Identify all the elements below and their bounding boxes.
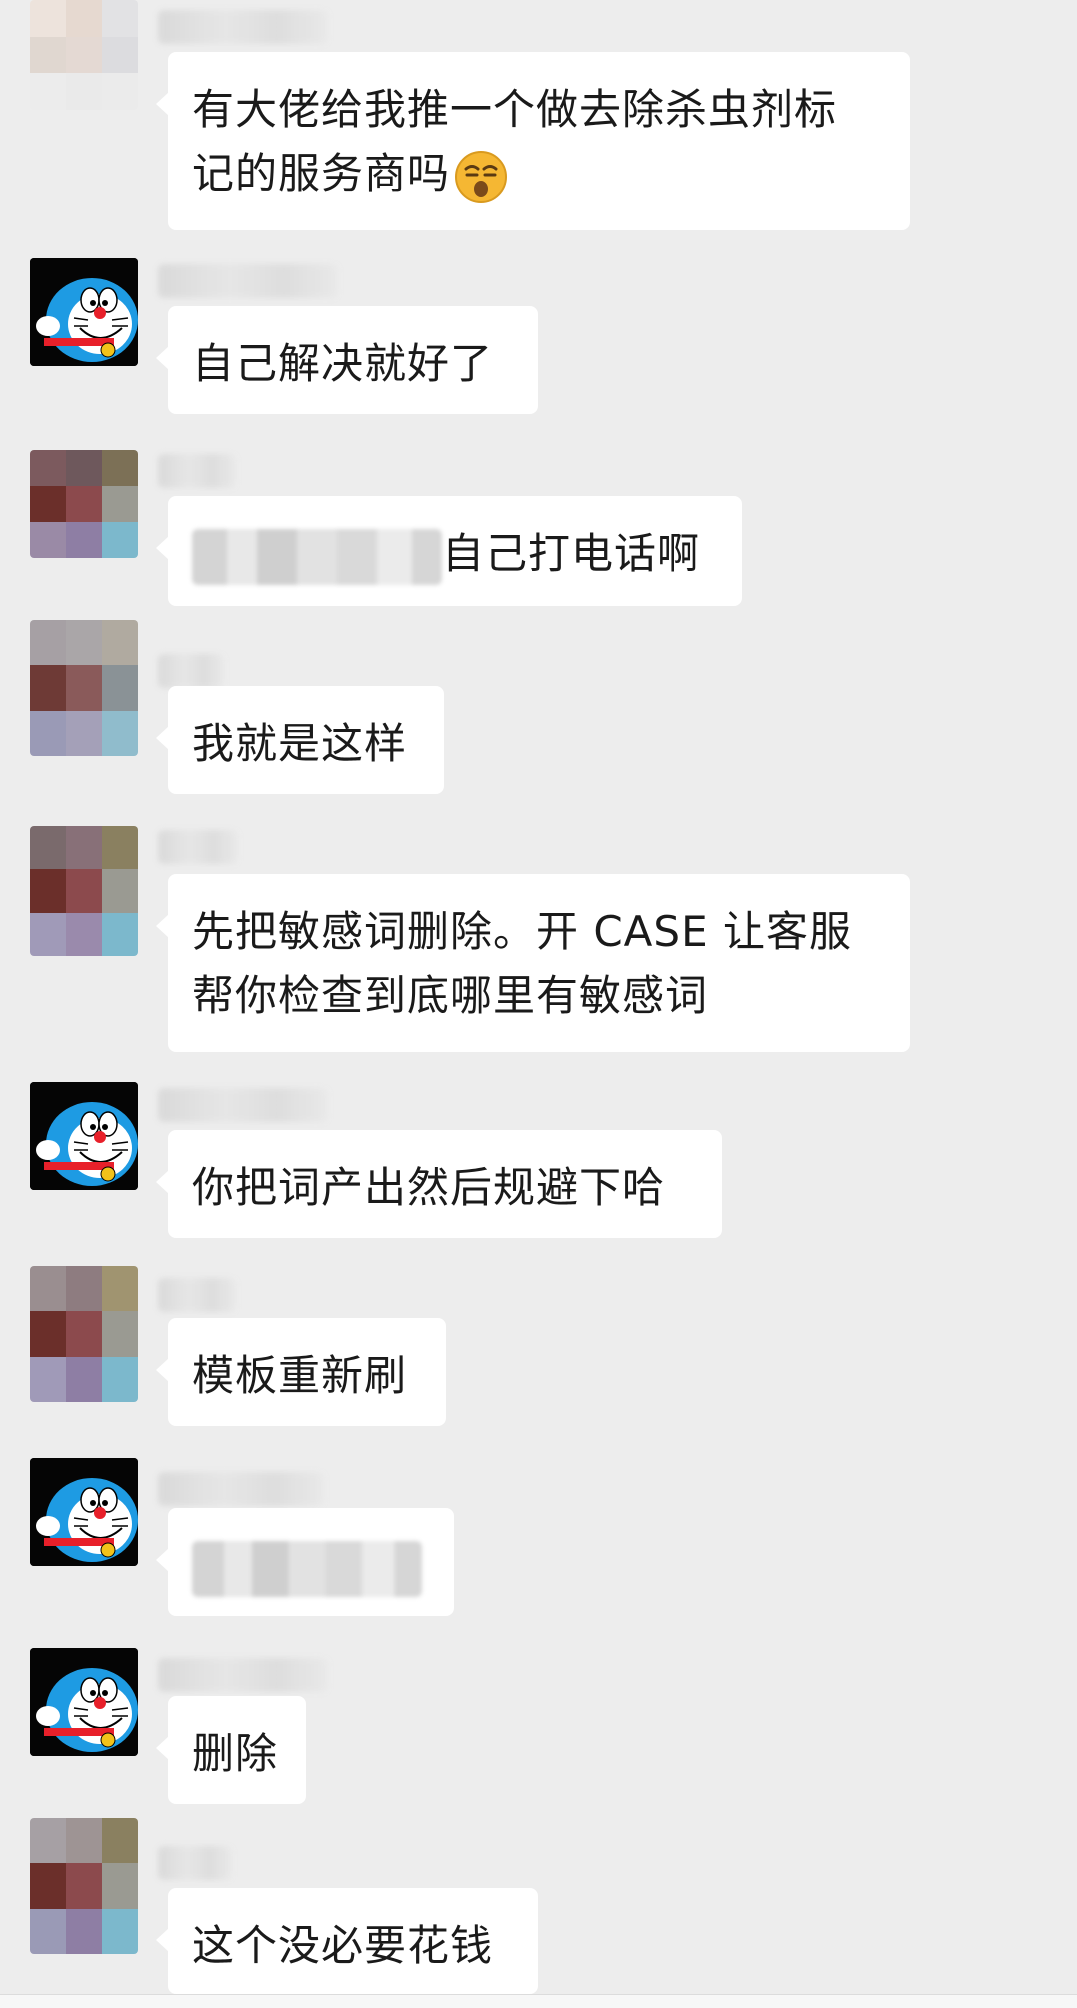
doraemon-avatar[interactable] [30,1082,138,1190]
sender-name-redacted [158,454,236,488]
sender-name-redacted [158,1846,232,1880]
message-text-line: 删除 [192,1729,279,1778]
doraemon-icon [30,258,138,366]
doraemon-icon [30,1648,138,1756]
message-bubble[interactable] [156,1508,454,1616]
sender-name-redacted [158,1658,328,1692]
doraemon-avatar[interactable] [30,258,138,366]
doraemon-avatar[interactable] [30,1458,138,1566]
message-bubble[interactable]: 自己解决就好了 [156,306,538,414]
message-bubble[interactable]: 你把词产出然后规避下哈 [156,1130,722,1238]
chat-message: 模板重新刷 [0,1266,1077,1436]
sender-avatar[interactable] [30,620,138,756]
message-bubble[interactable]: 先把敏感词删除。开 CASE 让客服 帮你检查到底哪里有敏感词 [156,874,910,1052]
doraemon-icon [30,1458,138,1566]
message-text-line: 先把敏感词删除。开 CASE 让客服 [192,907,852,956]
message-text-line: 你把词产出然后规避下哈 [192,1163,666,1212]
sender-name-redacted [158,830,238,864]
sender-avatar[interactable] [30,450,138,558]
doraemon-avatar[interactable] [30,1648,138,1756]
sender-name-redacted [158,264,338,298]
message-bubble[interactable]: 自己打电话啊 [156,496,742,606]
sender-avatar[interactable] [30,1266,138,1402]
message-text-line: 帮你检查到底哪里有敏感词 [192,971,709,1020]
message-text-line: 有大佬给我推一个做去除杀虫剂标 [192,85,838,134]
sender-name-redacted [158,1472,324,1506]
message-text-line [192,1534,430,1598]
chat-message: 自己解决就好了 [0,258,1077,418]
message-text-line: 我就是这样 [192,719,408,768]
chat-message: 有大佬给我推一个做去除杀虫剂标 记的服务商吗 [0,0,1077,230]
message-text-line: 自己解决就好了 [192,339,494,388]
sender-name-redacted [158,1088,328,1122]
message-text-line: 这个没必要花钱 [192,1921,494,1970]
chat-message: 删除 [0,1648,1077,1808]
sender-avatar[interactable] [30,1818,138,1954]
chat-message: 自己打电话啊 [0,450,1077,610]
message-bubble[interactable]: 我就是这样 [156,686,444,794]
chat-message: 先把敏感词删除。开 CASE 让客服 帮你检查到底哪里有敏感词 [0,826,1077,1056]
chat-thread[interactable]: 有大佬给我推一个做去除杀虫剂标 记的服务商吗 自己解决就好了 自己打电话啊 我就… [0,0,1077,2008]
redacted-text [192,1540,422,1597]
smirk-emoji-icon [454,150,508,204]
message-text-line: 模板重新刷 [192,1351,408,1400]
chat-message: 我就是这样 [0,620,1077,794]
doraemon-icon [30,1082,138,1190]
sender-avatar[interactable] [30,826,138,956]
sender-avatar[interactable] [30,0,138,110]
message-bubble[interactable]: 有大佬给我推一个做去除杀虫剂标 记的服务商吗 [156,52,910,230]
message-bubble[interactable]: 模板重新刷 [156,1318,446,1426]
message-bubble[interactable]: 删除 [156,1696,306,1804]
redacted-text [192,528,442,585]
chat-message [0,1458,1077,1618]
sender-name-redacted [158,654,224,688]
sender-name-redacted [158,1278,236,1312]
input-bar-edge [0,1994,1077,2008]
message-text-line: 记的服务商吗 [192,142,886,206]
sender-name-redacted [158,10,328,44]
chat-message: 你把词产出然后规避下哈 [0,1082,1077,1242]
chat-message: 这个没必要花钱 [0,1818,1077,1994]
message-text-line: 自己打电话啊 [192,522,718,586]
message-bubble[interactable]: 这个没必要花钱 [156,1888,538,1994]
